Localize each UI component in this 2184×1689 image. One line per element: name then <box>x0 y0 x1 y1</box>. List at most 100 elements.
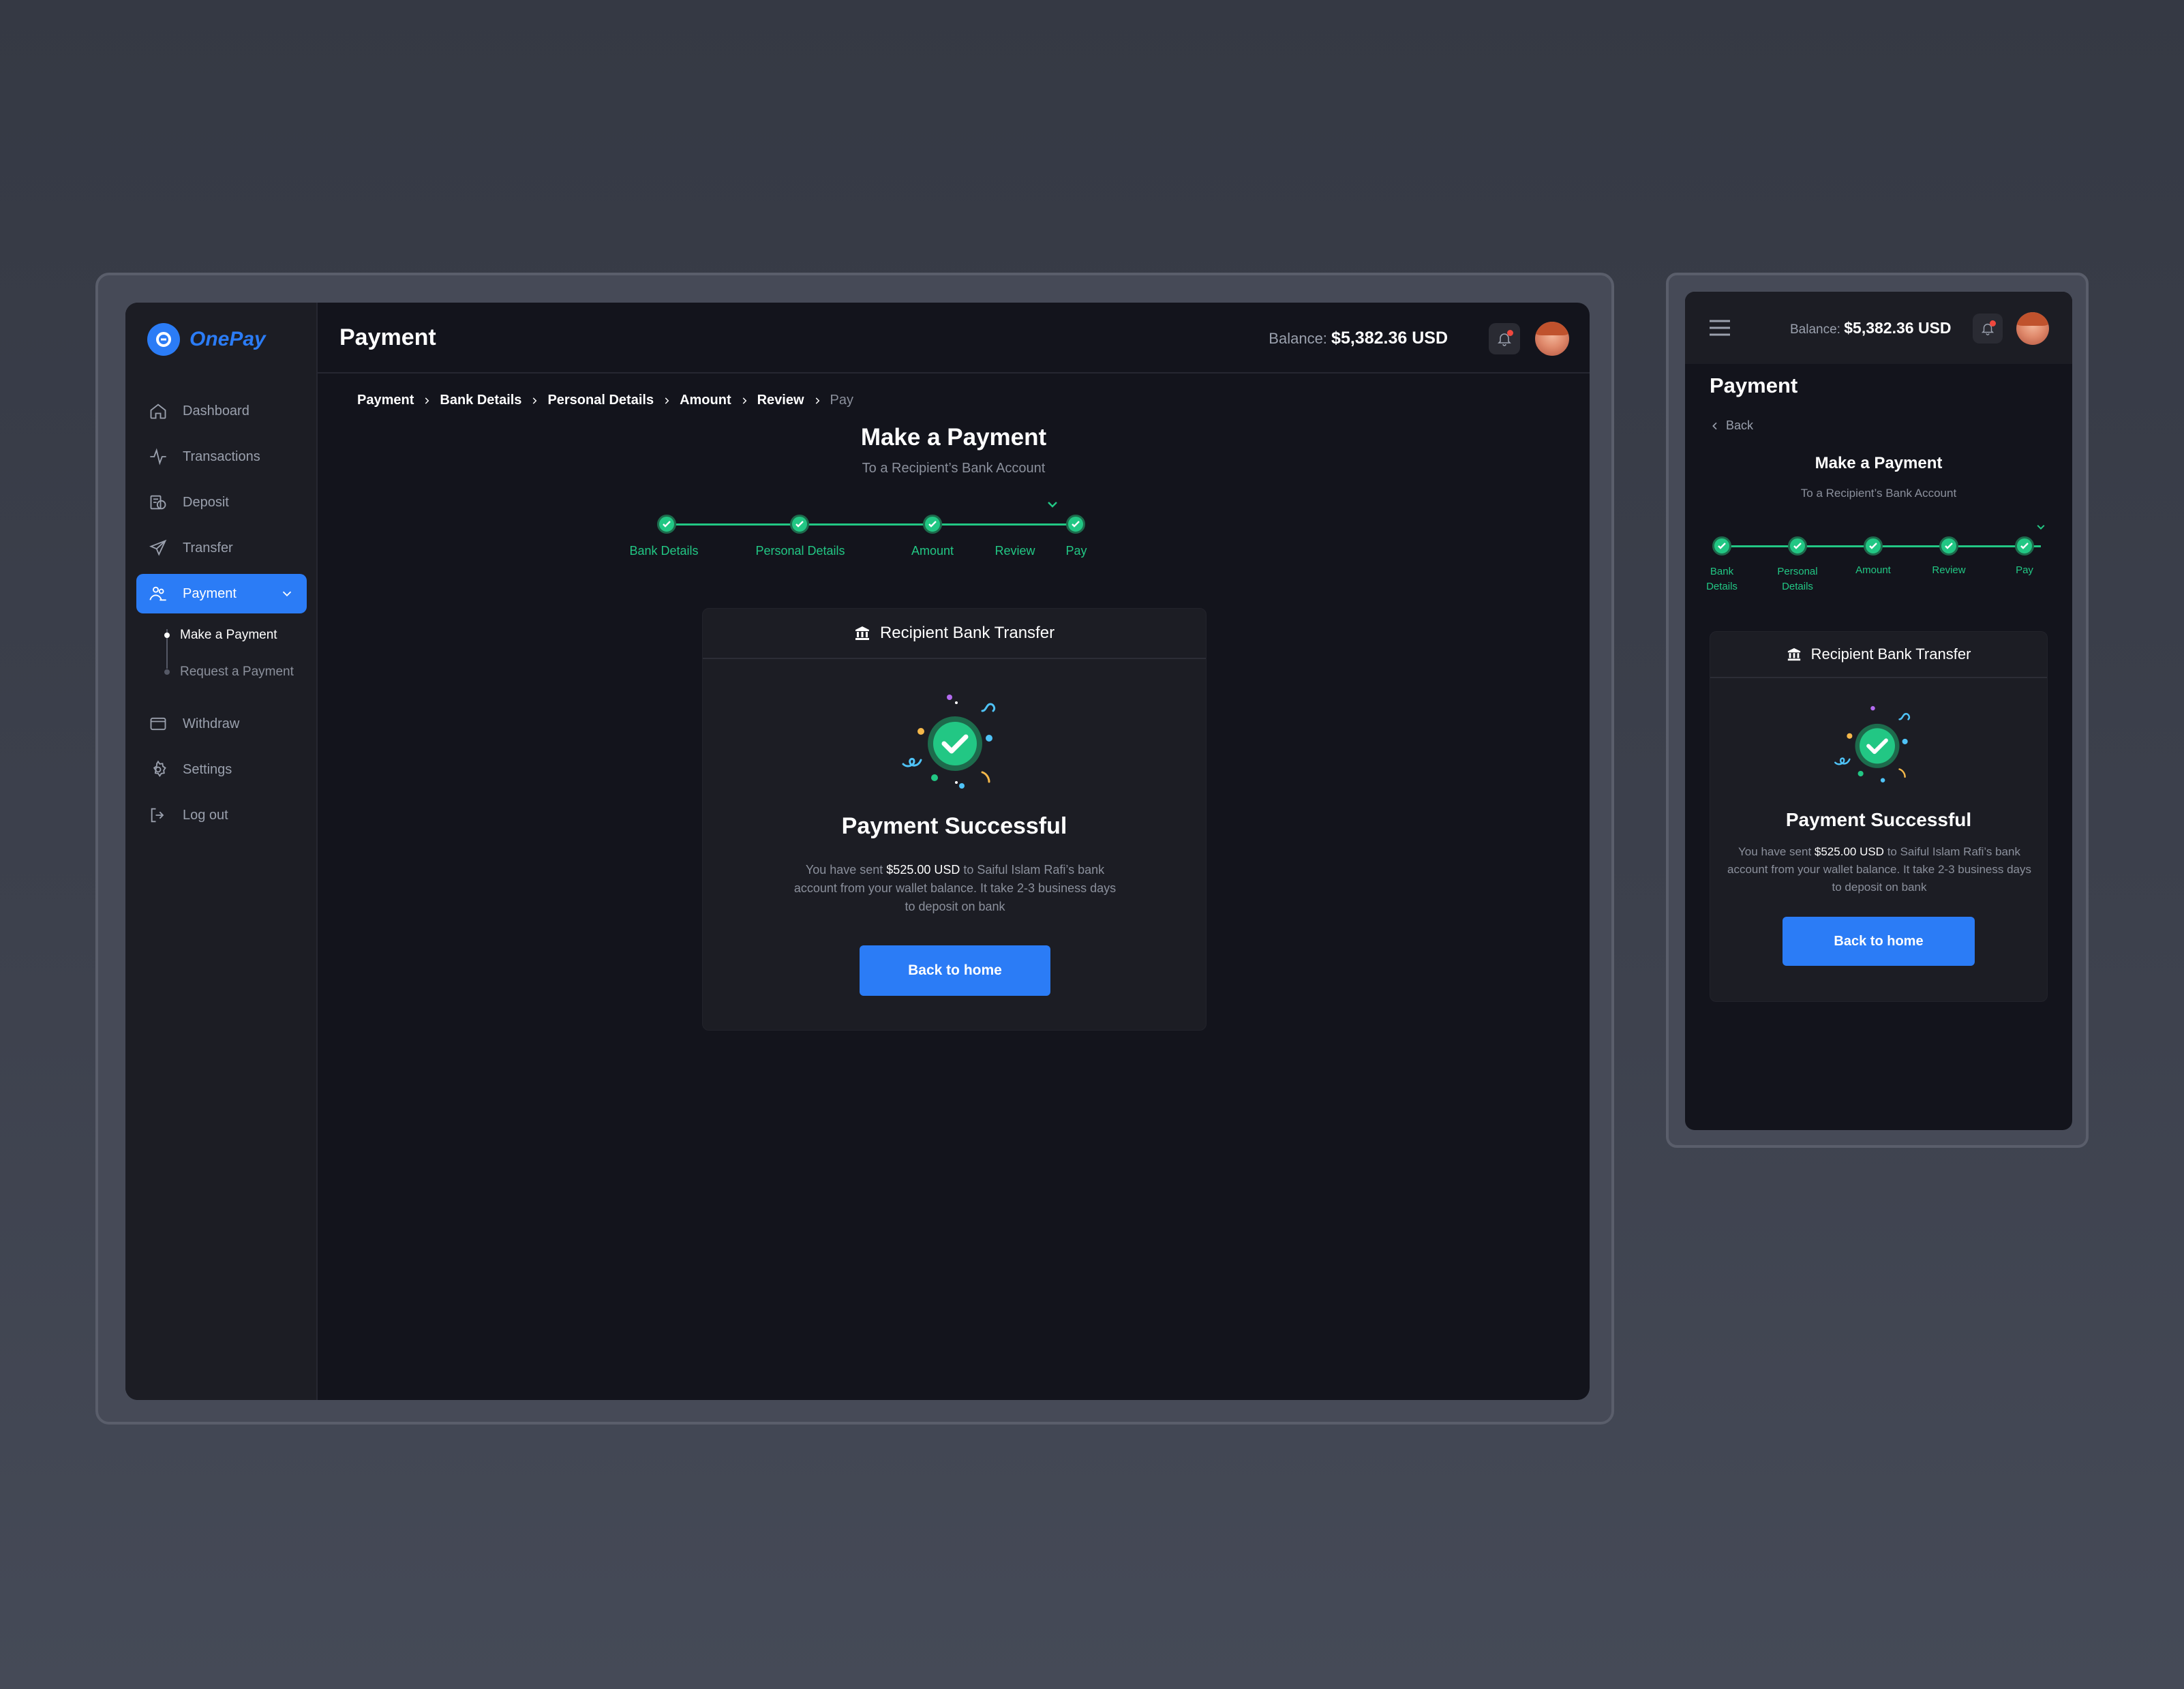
activity-icon <box>150 448 166 466</box>
card-header: Recipient Bank Transfer <box>1710 632 2047 678</box>
sidebar-item-deposit[interactable]: Deposit <box>136 483 307 522</box>
breadcrumb-item[interactable]: Review <box>757 393 804 408</box>
step-check-icon <box>1864 536 1883 556</box>
logo-text: OnePay <box>189 328 266 350</box>
payment-subnav: Make a Payment Request a Payment <box>136 617 307 690</box>
mobile-success-card: Recipient Bank Transfer Payment Successf… <box>1710 631 2048 1002</box>
subnav-item-make-payment[interactable]: Make a Payment <box>180 617 307 654</box>
sidebar-nav: Dashboard Transactions Deposit Transfer … <box>136 391 307 841</box>
step-label: Personal Details <box>1777 566 1818 592</box>
mobile-progress-stepper: Bank Details Personal Details Amount Rev… <box>1699 523 2059 605</box>
chevron-right-icon <box>665 397 669 404</box>
sidebar-item-payment[interactable]: Payment <box>136 574 307 613</box>
step-label: Pay <box>1065 544 1087 558</box>
chevron-right-icon <box>425 397 429 404</box>
chevron-down-icon <box>1048 502 1057 508</box>
notifications-button[interactable] <box>1489 323 1520 354</box>
sidebar-item-transfer[interactable]: Transfer <box>136 528 307 568</box>
card-title: Recipient Bank Transfer <box>879 624 1055 642</box>
sidebar-item-label: Transactions <box>183 448 260 464</box>
sidebar-item-dashboard[interactable]: Dashboard <box>136 391 307 431</box>
sidebar: OnePay Dashboard Transactions Deposit Tr… <box>125 303 318 1400</box>
step-check-icon <box>1712 536 1731 556</box>
back-label: Back <box>1726 419 1754 432</box>
breadcrumb-item[interactable]: Payment <box>357 393 414 408</box>
step-check-icon <box>1788 536 1807 556</box>
mobile-subheading: To a Recipient’s Bank Account <box>1800 487 1957 500</box>
step-label: Pay <box>2016 564 2033 576</box>
balance-value: $5,382.36 USD <box>1844 319 1952 337</box>
balance: Balance: $5,382.36 USD <box>1269 329 1448 348</box>
topbar: Payment Balance: $5,382.36 USD <box>318 303 1590 374</box>
step-label: Amount <box>1855 564 1891 576</box>
breadcrumb-item-current: Pay <box>830 393 854 408</box>
success-message: You have sent $525.00 USD to Saiful Isla… <box>1727 845 2031 894</box>
step-check-icon <box>2015 536 2034 556</box>
success-message: You have sent $525.00 USD to Saiful Isla… <box>793 863 1117 913</box>
avatar[interactable] <box>1535 322 1569 356</box>
step-label: Bank Details <box>1706 566 1738 592</box>
mobile-device-frame: Balance: $5,382.36 USD Payment Back Make… <box>1666 273 2089 1148</box>
main-heading-block: Make a Payment To a Recipient’s Bank Acc… <box>318 424 1590 476</box>
card-header: Recipient Bank Transfer <box>703 609 1206 659</box>
success-check-icon <box>902 695 996 789</box>
gear-icon <box>153 760 166 778</box>
breadcrumb: Payment Bank Details Personal Details Am… <box>357 393 853 408</box>
mobile-page-title: Payment <box>1710 374 1798 397</box>
success-check-icon <box>1834 705 1911 782</box>
avatar[interactable] <box>2016 312 2049 345</box>
desktop-screen: OnePay Dashboard Transactions Deposit Tr… <box>125 303 1590 1400</box>
sent-amount: $525.00 USD <box>1814 845 1884 858</box>
notification-badge <box>1507 330 1513 336</box>
mobile-screen: Balance: $5,382.36 USD Payment Back Make… <box>1685 292 2072 1130</box>
onepay-logo-icon <box>147 323 180 356</box>
subnav-dot-active <box>164 633 170 638</box>
sidebar-item-label: Payment <box>183 585 237 601</box>
chevron-right-icon <box>742 397 746 404</box>
logout-icon <box>151 808 164 823</box>
sidebar-item-withdraw[interactable]: Withdraw <box>136 704 307 744</box>
step-label: Bank Details <box>629 544 699 558</box>
breadcrumb-item[interactable]: Personal Details <box>547 393 654 408</box>
step-label: Review <box>1932 564 1966 576</box>
sidebar-item-label: Transfer <box>183 540 233 556</box>
step-check-icon <box>1939 536 1958 556</box>
step-check-icon <box>657 515 676 534</box>
balance-label: Balance: <box>1790 322 1840 337</box>
step-label: Personal Details <box>755 544 845 558</box>
mobile-topbar: Balance: $5,382.36 USD <box>1685 292 2072 364</box>
sidebar-item-label: Withdraw <box>183 716 240 731</box>
main-subheading: To a Recipient’s Bank Account <box>862 461 1046 476</box>
chevron-down-icon[interactable] <box>279 586 294 601</box>
sidebar-item-label: Settings <box>183 761 232 777</box>
deposit-icon <box>150 495 166 510</box>
breadcrumb-item[interactable]: Bank Details <box>440 393 521 408</box>
mobile-balance: Balance: $5,382.36 USD <box>1790 319 1952 337</box>
menu-icon[interactable] <box>1708 319 1731 337</box>
payment-icon <box>149 586 166 601</box>
stepper-line <box>667 523 1076 526</box>
chevron-left-icon <box>1712 422 1717 429</box>
step-check-icon <box>923 515 942 534</box>
step-label: Amount <box>911 544 954 558</box>
sidebar-item-transactions[interactable]: Transactions <box>136 437 307 476</box>
back-to-home-button[interactable]: Back to home <box>860 945 1050 996</box>
back-to-home-button[interactable]: Back to home <box>1783 917 1975 966</box>
bank-icon <box>855 626 869 640</box>
breadcrumb-item[interactable]: Amount <box>680 393 731 408</box>
step-check-icon <box>1066 515 1085 534</box>
success-title: Payment Successful <box>841 813 1067 839</box>
subnav-dot <box>164 669 170 675</box>
subnav-item-request-payment[interactable]: Request a Payment <box>180 654 307 690</box>
step-label: Review <box>995 544 1035 558</box>
page-title: Payment <box>339 324 436 350</box>
sidebar-item-logout[interactable]: Log out <box>136 795 307 835</box>
wallet-icon <box>150 717 166 731</box>
sidebar-item-settings[interactable]: Settings <box>136 750 307 789</box>
success-title: Payment Successful <box>1785 809 1972 830</box>
back-link[interactable]: Back <box>1710 419 1753 433</box>
bank-icon <box>1787 648 1800 661</box>
desktop-device-frame: OnePay Dashboard Transactions Deposit Tr… <box>95 273 1614 1425</box>
notifications-button[interactable] <box>1973 314 2003 344</box>
logo[interactable]: OnePay <box>147 323 266 356</box>
